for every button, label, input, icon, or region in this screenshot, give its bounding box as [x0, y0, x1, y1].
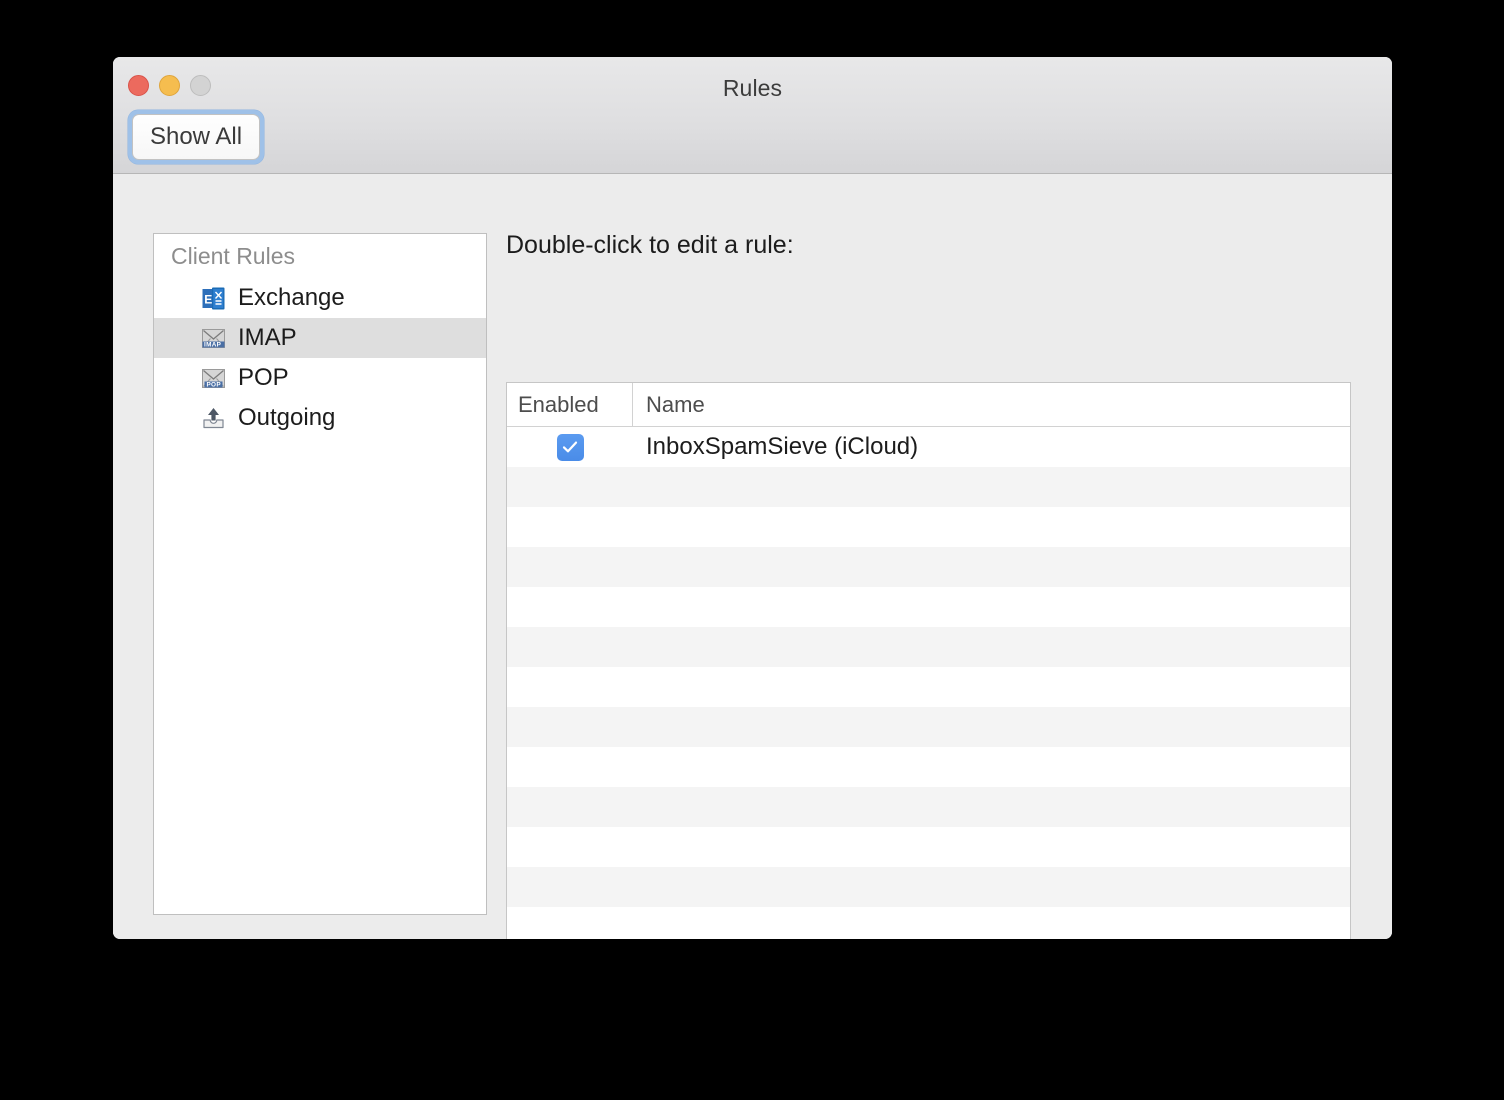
table-row[interactable] — [507, 507, 1350, 547]
window-titlebar: Rules Show All — [113, 57, 1392, 174]
table-row[interactable] — [507, 667, 1350, 707]
table-row[interactable] — [507, 547, 1350, 587]
show-all-focus-ring: Show All — [128, 110, 264, 164]
cell-name: InboxSpamSieve (iCloud) — [646, 433, 919, 460]
sidebar-item-exchange[interactable]: E Exchange — [154, 278, 486, 318]
svg-text:E: E — [204, 292, 212, 306]
sidebar-item-pop[interactable]: POP POP — [154, 358, 486, 398]
imap-icon: IMAP — [200, 325, 227, 352]
svg-text:POP: POP — [207, 381, 222, 388]
checkmark-icon — [562, 441, 578, 453]
table-row[interactable]: InboxSpamSieve (iCloud) — [507, 427, 1350, 467]
svg-text:IMAP: IMAP — [204, 341, 222, 348]
pop-icon: POP — [200, 365, 227, 392]
window-title: Rules — [722, 75, 783, 101]
window-content: Client Rules E Exchange IMAP IMAP POP PO… — [113, 174, 1392, 939]
table-row[interactable] — [507, 787, 1350, 827]
table-header-row: Enabled Name — [507, 383, 1350, 427]
sidebar-item-label: Exchange — [238, 284, 345, 311]
sidebar-item-label: IMAP — [238, 324, 297, 351]
table-body: InboxSpamSieve (iCloud) — [507, 427, 1350, 939]
rules-table[interactable]: Enabled Name InboxSpamSieve (iCloud) — [506, 382, 1351, 939]
table-row[interactable] — [507, 867, 1350, 907]
table-row[interactable] — [507, 627, 1350, 667]
sidebar-header: Client Rules — [171, 243, 295, 269]
table-row[interactable] — [507, 907, 1350, 939]
column-header-name[interactable]: Name — [633, 383, 1350, 426]
outgoing-icon — [200, 405, 227, 432]
sidebar-item-outgoing[interactable]: Outgoing — [154, 398, 486, 438]
table-row[interactable] — [507, 747, 1350, 787]
cell-enabled — [507, 433, 633, 461]
table-row[interactable] — [507, 707, 1350, 747]
enabled-checkbox[interactable] — [556, 433, 584, 461]
exchange-icon: E — [200, 285, 227, 312]
show-all-button[interactable]: Show All — [132, 114, 260, 160]
table-row[interactable] — [507, 587, 1350, 627]
sidebar-item-label: POP — [238, 364, 289, 391]
table-row[interactable] — [507, 467, 1350, 507]
pane-instruction: Double-click to edit a rule: — [506, 231, 794, 259]
sidebar-item-imap[interactable]: IMAP IMAP — [154, 318, 486, 358]
rules-window: Rules Show All Client Rules E Exchange I… — [113, 57, 1392, 939]
client-rules-sidebar[interactable]: Client Rules E Exchange IMAP IMAP POP PO… — [153, 233, 487, 915]
sidebar-item-label: Outgoing — [238, 404, 336, 431]
table-row[interactable] — [507, 827, 1350, 867]
column-header-enabled[interactable]: Enabled — [507, 383, 633, 426]
